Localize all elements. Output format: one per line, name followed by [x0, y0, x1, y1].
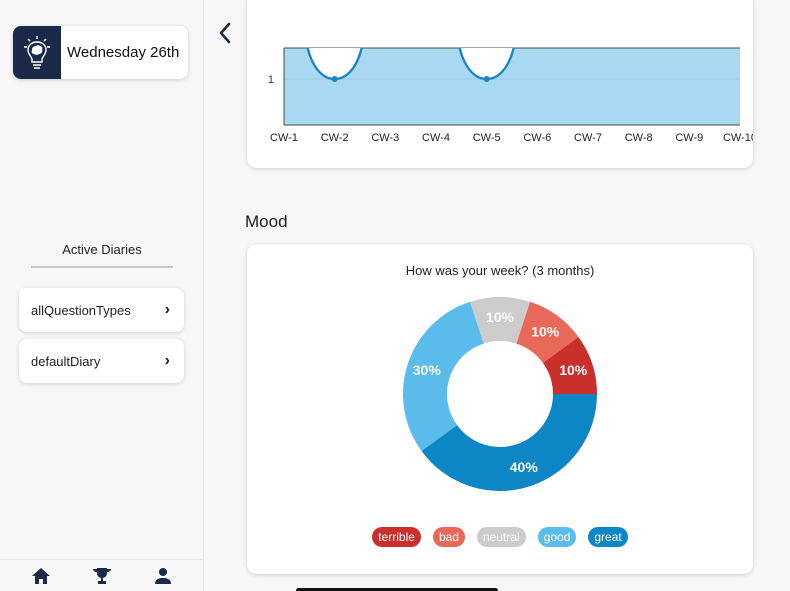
- mood-section-title: Mood: [245, 212, 288, 231]
- mood-chart-title: How was your week? (3 months): [405, 263, 595, 278]
- trophy-icon[interactable]: [89, 563, 115, 589]
- chevron-right-icon: ›: [164, 352, 170, 369]
- home-icon[interactable]: [28, 563, 54, 589]
- slice-label: 40%: [510, 459, 539, 475]
- person-icon[interactable]: [150, 563, 176, 589]
- current-date-label: Wednesday 26th: [67, 44, 180, 61]
- legend-chip-terrible[interactable]: terrible: [372, 527, 421, 547]
- data-point: [483, 76, 490, 82]
- x-tick-label: CW-8: [625, 132, 653, 144]
- sidebar: Wednesday 26th Active Diaries allQuestio…: [0, 0, 204, 591]
- lightbulb-brain-icon: [13, 26, 61, 79]
- x-tick-label: CW-1: [270, 132, 298, 144]
- legend-chip-great[interactable]: great: [588, 527, 628, 547]
- legend-chip-neutral[interactable]: neutral: [476, 527, 526, 547]
- chevron-right-icon: ›: [164, 301, 170, 318]
- x-tick-label: CW-6: [523, 132, 551, 144]
- data-point: [331, 76, 338, 82]
- legend-chip-good[interactable]: good: [537, 527, 577, 547]
- slice-label: 10%: [531, 324, 560, 340]
- back-icon[interactable]: [214, 20, 236, 46]
- x-tick-label: CW-10: [723, 132, 753, 144]
- y-tick-label: 1: [268, 74, 274, 86]
- mood-donut-chart: 10% 10% 10% 30% 40%: [403, 297, 597, 491]
- x-tick-label: CW-2: [321, 132, 349, 144]
- weekly-trend-chart: 1 CW-1 CW-2 CW-3 CW-4 CW-5 CW-6 CW-7 CW-8 CW-9 CW-…: [268, 47, 753, 144]
- x-tick-label: CW-4: [422, 132, 450, 144]
- date-card[interactable]: Wednesday 26th: [13, 26, 188, 79]
- slice-label: 10%: [559, 362, 588, 378]
- mood-legend: terrible bad neutral good great: [247, 527, 753, 547]
- bottom-nav: [0, 559, 204, 591]
- legend-chip-bad[interactable]: bad: [432, 527, 465, 547]
- diary-label: allQuestionTypes: [31, 302, 131, 318]
- x-tick-label: CW-7: [574, 132, 602, 144]
- mood-card: How was your week? (3 months) 10% 10% 10% 3…: [247, 244, 753, 574]
- diary-button-defaultdiary[interactable]: defaultDiary ›: [19, 339, 184, 383]
- diary-button-allquestiontypes[interactable]: allQuestionTypes ›: [19, 288, 184, 332]
- x-tick-label: CW-3: [371, 132, 399, 144]
- active-diaries-title: Active Diaries: [31, 242, 173, 268]
- diary-label: defaultDiary: [31, 353, 101, 369]
- x-tick-label: CW-5: [473, 132, 501, 144]
- slice-label: 30%: [413, 362, 442, 378]
- weekly-trend-card: 1 CW-1 CW-2 CW-3 CW-4 CW-5 CW-6 CW-7 CW-8 CW-9 CW-…: [247, 0, 753, 168]
- x-tick-label: CW-9: [675, 132, 703, 144]
- slice-label: 10%: [486, 309, 515, 325]
